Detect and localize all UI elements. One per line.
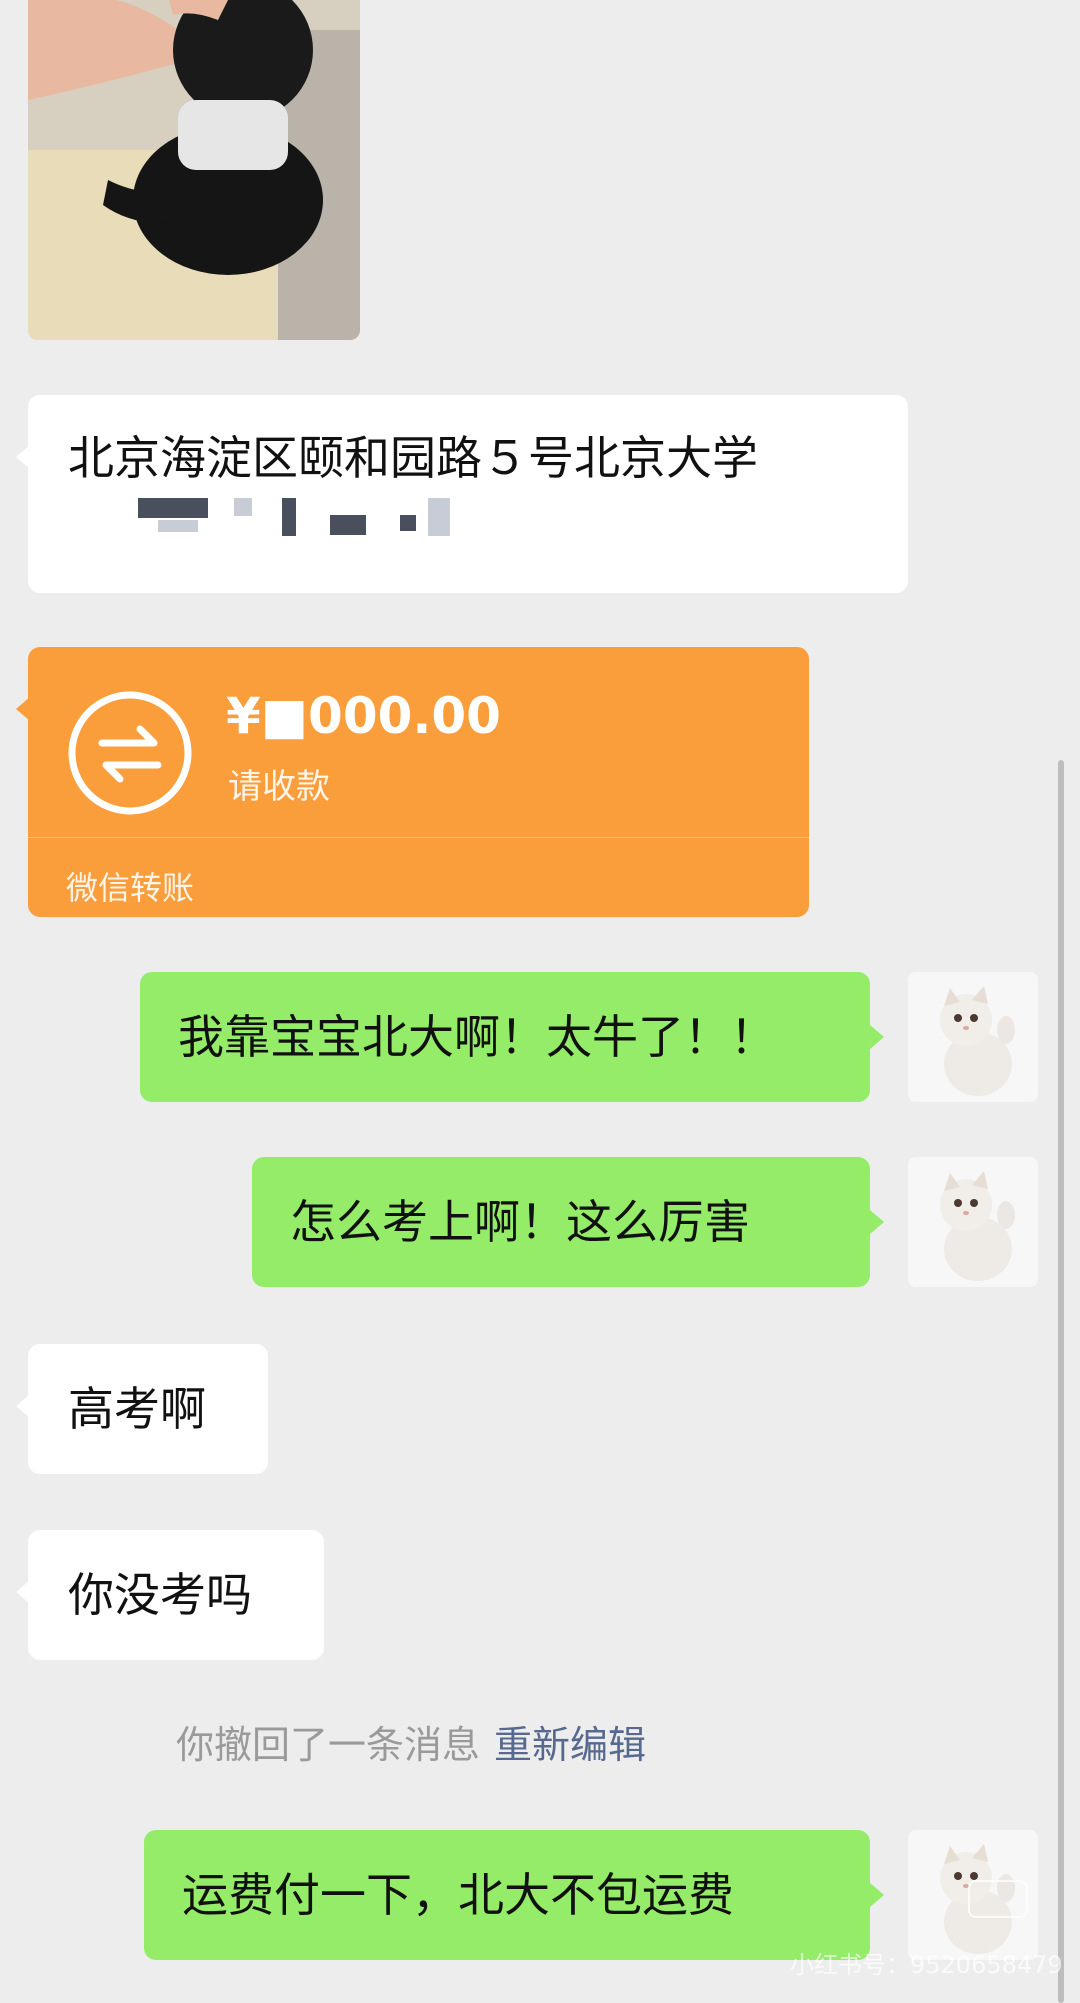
censor-mark bbox=[282, 498, 296, 536]
address-text: 北京海淀区颐和园路５号北京大学 bbox=[68, 431, 758, 485]
censor-mark bbox=[234, 498, 252, 516]
transfer-arrows-icon bbox=[68, 691, 192, 815]
outgoing-message-bubble[interactable]: 怎么考上啊！这么厉害 bbox=[252, 1157, 884, 1287]
transfer-divider bbox=[28, 837, 809, 838]
wechat-transfer-card[interactable]: ¥■000.00 请收款 微信转账 bbox=[16, 647, 809, 917]
watermark-logo bbox=[968, 1880, 1028, 1918]
address-message-bubble[interactable]: 北京海淀区颐和园路５号北京大学 bbox=[16, 395, 908, 593]
re-edit-link[interactable]: 重新编辑 bbox=[494, 1723, 646, 1767]
message-text: 运费付一下，北大不包运费 bbox=[182, 1868, 734, 1922]
censor-mark bbox=[428, 498, 450, 536]
censor-mark bbox=[158, 520, 198, 532]
white-cat-avatar-icon bbox=[908, 972, 1038, 1102]
censor-mark bbox=[138, 498, 208, 518]
recall-notice: 你撤回了一条消息 重新编辑 bbox=[176, 1714, 646, 1769]
outgoing-message-bubble[interactable]: 运费付一下，北大不包运费 bbox=[144, 1830, 884, 1960]
censor-mark bbox=[400, 515, 416, 531]
white-cat-avatar-icon bbox=[908, 1157, 1038, 1287]
incoming-message-bubble[interactable]: 你没考吗 bbox=[16, 1530, 324, 1660]
message-text: 我靠宝宝北大啊！太牛了！！ bbox=[178, 1010, 776, 1064]
watermark-text: 小红书号：9520658479 bbox=[790, 1951, 1063, 1979]
photo-black-puppy bbox=[28, 0, 360, 340]
outgoing-message-bubble[interactable]: 我靠宝宝北大啊！太牛了！！ bbox=[140, 972, 884, 1102]
censor-mark bbox=[330, 515, 366, 535]
incoming-message-bubble[interactable]: 高考啊 bbox=[16, 1344, 268, 1474]
message-text: 你没考吗 bbox=[68, 1568, 252, 1622]
avatar[interactable] bbox=[908, 1157, 1038, 1287]
recall-text: 你撤回了一条消息 bbox=[176, 1723, 481, 1767]
received-photo-message[interactable] bbox=[28, 0, 360, 340]
transfer-amount: ¥■000.00 bbox=[226, 687, 501, 745]
transfer-label: 微信转账 bbox=[66, 869, 195, 907]
transfer-status: 请收款 bbox=[228, 767, 330, 807]
message-text: 高考啊 bbox=[68, 1382, 206, 1436]
chat-scrollbar[interactable] bbox=[1058, 760, 1064, 2003]
message-text: 怎么考上啊！这么厉害 bbox=[290, 1195, 750, 1249]
avatar[interactable] bbox=[908, 972, 1038, 1102]
